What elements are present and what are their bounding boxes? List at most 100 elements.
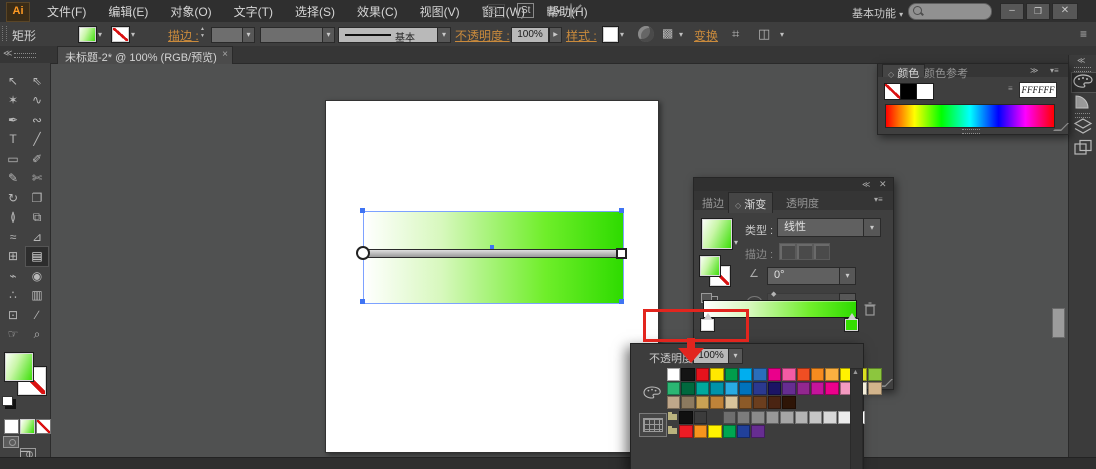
swatch[interactable] — [708, 425, 721, 438]
dock-color-icon[interactable] — [1071, 72, 1096, 93]
restore-button[interactable]: ❐ — [1026, 3, 1050, 20]
swatch[interactable] — [696, 396, 709, 409]
dock-color-guide-icon[interactable] — [1073, 93, 1093, 110]
curvature-tool[interactable]: ∾ — [26, 110, 48, 129]
swatch[interactable] — [782, 396, 795, 409]
swatch[interactable] — [753, 382, 766, 395]
menu-effect[interactable]: 效果(C) — [346, 3, 409, 20]
color-spectrum[interactable] — [885, 104, 1055, 128]
swatch[interactable] — [679, 425, 692, 438]
gradient-type-chevron-icon[interactable]: ▾ — [863, 218, 881, 237]
control-dock-icon[interactable]: ≡ — [1080, 27, 1087, 41]
swatch[interactable] — [811, 368, 824, 381]
swatch[interactable] — [725, 396, 738, 409]
color-panel-expand-icon[interactable]: ≫ — [1030, 66, 1038, 75]
brush-definition-select[interactable]: 基本 — [338, 27, 438, 43]
lasso-tool[interactable]: ∿ — [26, 91, 48, 110]
color-panel-drag-dots[interactable] — [962, 129, 980, 134]
blend-tool[interactable]: ◉ — [26, 266, 48, 285]
swatch[interactable] — [868, 368, 881, 381]
swatch[interactable] — [797, 382, 810, 395]
bridge-button[interactable]: Br — [488, 4, 505, 18]
shape-options-chevron-icon[interactable]: ▾ — [780, 30, 784, 39]
close-button[interactable]: ✕ — [1052, 3, 1078, 20]
minimize-button[interactable]: – — [1000, 3, 1024, 20]
none-mode-button[interactable] — [36, 419, 51, 434]
fill-indicator-swatch[interactable] — [4, 352, 34, 382]
swatch[interactable] — [739, 382, 752, 395]
swatch[interactable] — [795, 411, 808, 424]
swatch[interactable] — [811, 382, 824, 395]
stroke-weight-chevron-icon[interactable]: ▾ — [242, 27, 255, 43]
gradient-tool[interactable]: ▤ — [25, 246, 49, 267]
menu-object[interactable]: 对象(O) — [159, 3, 222, 20]
swatch[interactable] — [710, 396, 723, 409]
eyedropper-tool[interactable]: ⌁ — [2, 266, 24, 285]
swatch[interactable] — [694, 411, 707, 424]
gradient-angle-chevron-icon[interactable]: ▾ — [839, 267, 856, 285]
menu-select[interactable]: 选择(S) — [284, 3, 346, 20]
default-colors-icon[interactable] — [2, 396, 13, 406]
swatch[interactable] — [737, 411, 750, 424]
swatch[interactable] — [782, 368, 795, 381]
delete-stop-icon[interactable] — [863, 301, 877, 317]
recolor-artwork-icon[interactable] — [638, 26, 654, 42]
mesh-tool[interactable]: ⊞ — [2, 247, 24, 266]
gradient-annotator[interactable] — [363, 249, 624, 258]
swatch[interactable] — [696, 368, 709, 381]
style-chevron-icon[interactable]: ▾ — [620, 30, 624, 39]
stroke-color-swatch[interactable] — [111, 26, 130, 43]
annotator-midpoint[interactable] — [490, 245, 494, 249]
annotator-start-handle[interactable] — [356, 246, 370, 260]
swatch[interactable] — [681, 382, 694, 395]
tab-close-icon[interactable]: × — [222, 49, 228, 60]
gradient-midpoint-diamond[interactable]: ◆ — [771, 290, 776, 298]
document-tab[interactable]: 未标题-2* @ 100% (RGB/预览) × — [57, 46, 233, 64]
annotator-end-handle[interactable] — [616, 248, 627, 259]
selection-handle-bottom-left[interactable] — [360, 299, 365, 304]
swatch[interactable] — [723, 425, 736, 438]
popup-scrollbar[interactable]: ▲ — [850, 368, 863, 469]
gradient-mode-button[interactable] — [20, 419, 35, 434]
swatch[interactable] — [780, 411, 793, 424]
shape-options-icon[interactable]: ◫ — [758, 26, 770, 42]
color-models-palette-icon[interactable] — [642, 386, 662, 401]
hex-input[interactable]: FFFFFF — [1019, 82, 1057, 98]
shaper-tool[interactable]: ≈ — [2, 227, 24, 246]
paintbrush-tool[interactable]: ✐ — [26, 149, 48, 168]
width-tool[interactable]: ≬ — [2, 208, 24, 227]
free-transform-tool[interactable]: ❐ — [26, 188, 48, 207]
opacity-label[interactable]: 不透明度 : — [455, 27, 510, 44]
swatch[interactable] — [868, 382, 881, 395]
gradient-fill-chip[interactable] — [699, 255, 721, 277]
stroke-gradient-across-button[interactable] — [813, 243, 830, 260]
stroke-weight-stepper[interactable]: ▲▼ — [200, 26, 205, 40]
width-profile-chevron-icon[interactable]: ▾ — [322, 27, 335, 43]
swatch[interactable] — [823, 411, 836, 424]
menu-type[interactable]: 文字(T) — [223, 3, 284, 20]
scissors-tool[interactable]: ✄ — [26, 169, 48, 188]
menu-view[interactable]: 视图(V) — [409, 3, 471, 20]
swatch[interactable] — [768, 396, 781, 409]
selection-handle-bottom-right[interactable] — [619, 299, 624, 304]
fill-chevron-down-icon[interactable]: ▾ — [98, 30, 102, 39]
tools-panel-grip[interactable] — [14, 53, 36, 58]
swatch[interactable] — [667, 368, 680, 381]
swatch[interactable] — [696, 382, 709, 395]
line-segment-tool[interactable]: ╱ — [26, 130, 48, 149]
swatch[interactable] — [825, 368, 838, 381]
swatch[interactable] — [739, 396, 752, 409]
bounding-box-icon[interactable]: ⌗ — [732, 26, 739, 42]
control-bar-grip[interactable] — [2, 26, 7, 41]
swatch-folder-icon[interactable] — [667, 425, 678, 436]
swatch[interactable] — [725, 368, 738, 381]
swatch[interactable] — [723, 411, 736, 424]
swatch[interactable] — [694, 425, 707, 438]
arrange-documents-icon[interactable]: ▥▾ — [546, 4, 560, 17]
swatch[interactable] — [681, 368, 694, 381]
tab-gradient[interactable]: ◇ 渐变 — [728, 192, 773, 213]
gradient-thumbnail[interactable] — [701, 218, 733, 250]
stroke-gradient-along-button[interactable] — [796, 243, 813, 260]
artboard-tool[interactable]: ⊡ — [2, 305, 24, 324]
swatch[interactable] — [710, 368, 723, 381]
